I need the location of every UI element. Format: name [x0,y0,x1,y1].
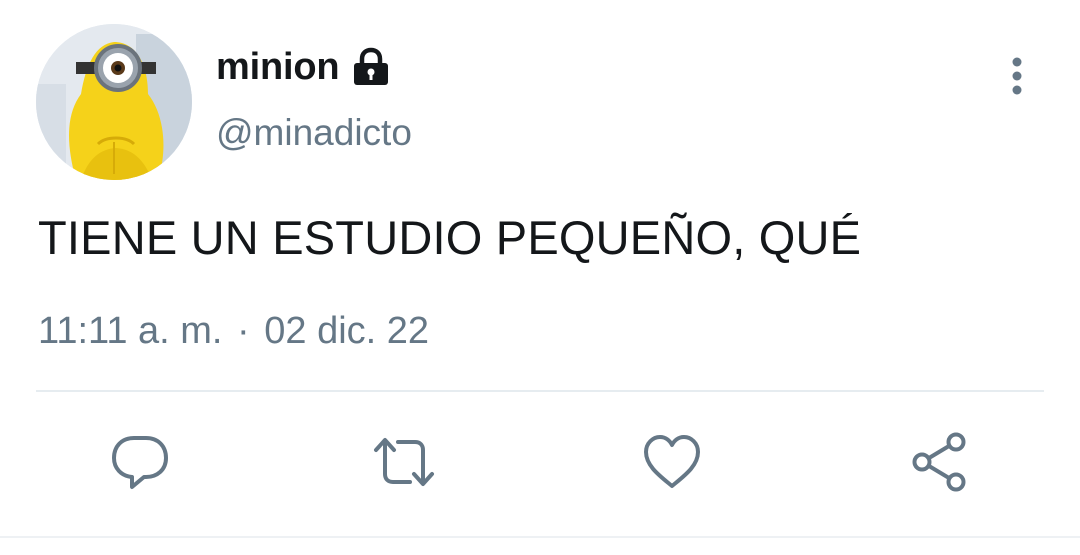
share-icon [912,432,966,492]
author-name-row: minion [216,44,391,90]
share-button[interactable] [908,430,972,494]
avatar[interactable] [36,24,192,180]
user-handle[interactable]: @minadicto [216,112,412,154]
minion-avatar-icon [36,24,192,180]
tweet-date: 02 dic. 22 [264,310,430,352]
retweet-icon [374,438,434,486]
like-button[interactable] [640,430,704,494]
meta-separator: · [237,310,250,352]
retweet-button[interactable] [372,430,436,494]
bottom-divider [0,536,1080,538]
like-icon [644,435,700,488]
lock-icon [351,47,391,87]
tweet-timestamp[interactable]: 11:11 a. m. · 02 dic. 22 [38,310,429,353]
tweet-time: 11:11 a. m. [38,310,223,352]
reply-icon [112,436,168,489]
display-name[interactable]: minion [216,46,340,89]
divider [36,390,1044,392]
more-vertical-icon[interactable] [1000,54,1034,98]
tweet-text: TIENE UN ESTUDIO PEQUEÑO, QUÉ [38,211,862,264]
reply-button[interactable] [108,430,172,494]
